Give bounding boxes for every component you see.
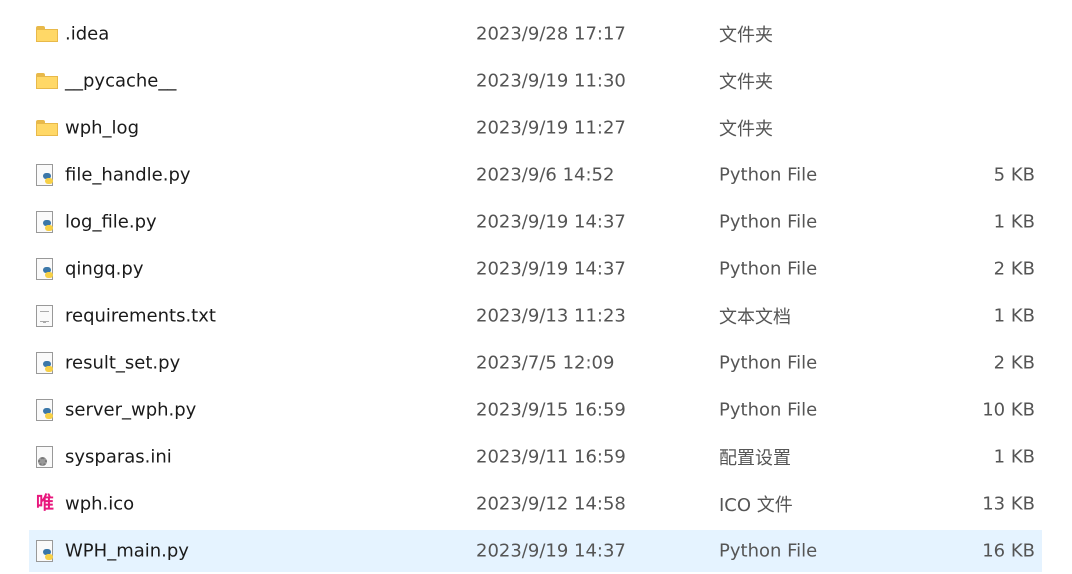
file-date: 2023/9/19 14:37	[476, 211, 626, 233]
file-name: file_handle.py	[65, 164, 191, 186]
file-type: Python File	[719, 352, 818, 374]
file-row[interactable]: 唯 wph.ico 2023/9/12 14:58 ICO 文件 13 KB	[29, 483, 1042, 525]
file-size: 16 KB	[982, 540, 1035, 562]
file-row[interactable]: result_set.py 2023/7/5 12:09 Python File…	[29, 342, 1042, 384]
folder-icon	[36, 73, 58, 89]
file-name: WPH_main.py	[65, 540, 189, 562]
file-date: 2023/9/6 14:52	[476, 164, 615, 186]
file-name: wph_log	[65, 117, 139, 139]
file-row[interactable]: server_wph.py 2023/9/15 16:59 Python Fil…	[29, 389, 1042, 431]
file-type: Python File	[719, 211, 818, 233]
file-type: 文件夹	[719, 25, 773, 46]
file-name: __pycache__	[65, 70, 177, 92]
file-row[interactable]: sysparas.ini 2023/9/11 16:59 配置设置 1 KB	[29, 436, 1042, 478]
file-size: 13 KB	[982, 493, 1035, 515]
file-type: 配置设置	[719, 448, 791, 469]
ico-file-icon: 唯	[36, 493, 54, 514]
python-file-icon	[36, 352, 53, 374]
file-name: .idea	[65, 23, 110, 45]
settings-file-icon	[36, 446, 53, 468]
file-date: 2023/9/19 11:30	[476, 70, 626, 92]
python-file-icon	[36, 258, 53, 280]
file-row[interactable]: WPH_main.py 2023/9/19 14:37 Python File …	[29, 530, 1042, 572]
file-date: 2023/9/28 17:17	[476, 23, 626, 45]
file-size: 2 KB	[993, 258, 1035, 280]
file-date: 2023/9/19 11:27	[476, 117, 626, 139]
python-file-icon	[36, 399, 53, 421]
file-type: 文本文档	[719, 307, 791, 328]
file-date: 2023/9/19 14:37	[476, 540, 626, 562]
file-name: log_file.py	[65, 211, 157, 233]
file-name: sysparas.ini	[65, 446, 172, 468]
file-row[interactable]: requirements.txt 2023/9/13 11:23 文本文档 1 …	[29, 295, 1042, 337]
file-row[interactable]: wph_log 2023/9/19 11:27 文件夹	[29, 107, 1042, 149]
file-date: 2023/9/13 11:23	[476, 305, 626, 327]
file-row[interactable]: __pycache__ 2023/9/19 11:30 文件夹	[29, 60, 1042, 102]
file-size: 1 KB	[993, 305, 1035, 327]
file-size: 5 KB	[993, 164, 1035, 186]
text-file-icon	[36, 305, 53, 327]
folder-icon	[36, 120, 58, 136]
python-file-icon	[36, 540, 53, 562]
file-date: 2023/7/5 12:09	[476, 352, 615, 374]
file-type: Python File	[719, 399, 818, 421]
file-size: 10 KB	[982, 399, 1035, 421]
file-name: wph.ico	[65, 493, 135, 515]
file-name: server_wph.py	[65, 399, 197, 421]
file-size: 1 KB	[993, 211, 1035, 233]
file-row[interactable]: .idea 2023/9/28 17:17 文件夹	[29, 13, 1042, 55]
python-file-icon	[36, 164, 53, 186]
file-row[interactable]: qingq.py 2023/9/19 14:37 Python File 2 K…	[29, 248, 1042, 290]
file-name: result_set.py	[65, 352, 181, 374]
file-date: 2023/9/12 14:58	[476, 493, 626, 515]
file-date: 2023/9/19 14:37	[476, 258, 626, 280]
file-type: Python File	[719, 164, 818, 186]
file-date: 2023/9/15 16:59	[476, 399, 626, 421]
file-date: 2023/9/11 16:59	[476, 446, 626, 468]
file-size: 1 KB	[993, 446, 1035, 468]
file-row[interactable]: file_handle.py 2023/9/6 14:52 Python Fil…	[29, 154, 1042, 196]
file-type: Python File	[719, 540, 818, 562]
folder-icon	[36, 26, 58, 42]
file-row[interactable]: log_file.py 2023/9/19 14:37 Python File …	[29, 201, 1042, 243]
file-name: requirements.txt	[65, 305, 216, 327]
file-type: Python File	[719, 258, 818, 280]
python-file-icon	[36, 211, 53, 233]
file-size: 2 KB	[993, 352, 1035, 374]
file-name: qingq.py	[65, 258, 144, 280]
file-type: 文件夹	[719, 119, 773, 140]
file-type: ICO 文件	[719, 495, 793, 516]
file-type: 文件夹	[719, 72, 773, 93]
